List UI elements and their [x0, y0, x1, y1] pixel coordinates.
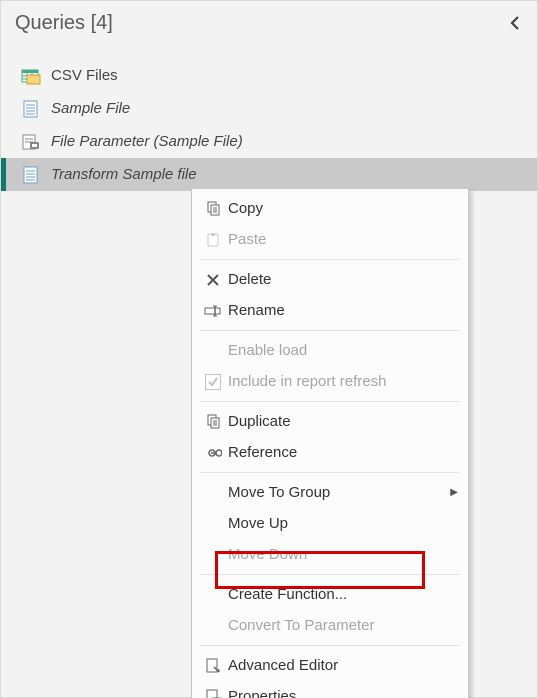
- ctx-properties[interactable]: Properties...: [192, 681, 468, 698]
- ctx-include-refresh: Include in report refresh: [192, 366, 468, 397]
- query-label: Sample File: [51, 100, 130, 117]
- ctx-label: Enable load: [228, 342, 458, 359]
- paste-icon: [198, 232, 228, 248]
- ctx-label: Properties...: [228, 688, 458, 698]
- ctx-label: Include in report refresh: [228, 373, 458, 390]
- ctx-move-to-group[interactable]: Move To Group ▶: [192, 477, 468, 508]
- rename-icon: [198, 304, 228, 318]
- separator: [200, 330, 460, 331]
- query-label: CSV Files: [51, 67, 118, 84]
- ctx-move-up[interactable]: Move Up: [192, 508, 468, 539]
- query-item-transform-sample[interactable]: Transform Sample file: [1, 158, 537, 191]
- ctx-move-down: Move Down: [192, 539, 468, 570]
- ctx-convert-to-parameter: Convert To Parameter: [192, 610, 468, 641]
- separator: [200, 574, 460, 575]
- ctx-paste: Paste: [192, 224, 468, 255]
- query-item-sample-file[interactable]: Sample File: [1, 92, 537, 125]
- advanced-editor-icon: [198, 658, 228, 674]
- properties-icon: [198, 689, 228, 698]
- checkbox-checked-icon: [198, 374, 228, 390]
- separator: [200, 401, 460, 402]
- query-item-file-parameter[interactable]: File Parameter (Sample File): [1, 125, 537, 158]
- ctx-label: Convert To Parameter: [228, 617, 458, 634]
- query-list: CSV Files Sample File: [1, 59, 537, 191]
- selection-indicator: [1, 158, 6, 191]
- ctx-label: Move Down: [228, 546, 458, 563]
- delete-icon: [198, 273, 228, 287]
- submenu-arrow-icon: ▶: [448, 487, 458, 498]
- reference-icon: [198, 446, 228, 460]
- sheet-icon: [21, 166, 41, 184]
- panel-title: Queries [4]: [15, 12, 507, 35]
- ctx-label: Paste: [228, 231, 458, 248]
- folder-table-icon: [21, 67, 41, 85]
- ctx-advanced-editor[interactable]: Advanced Editor: [192, 650, 468, 681]
- ctx-rename[interactable]: Rename: [192, 295, 468, 326]
- query-label: File Parameter (Sample File): [51, 133, 243, 150]
- separator: [200, 472, 460, 473]
- ctx-label: Create Function...: [228, 586, 458, 603]
- ctx-label: Rename: [228, 302, 458, 319]
- ctx-copy[interactable]: Copy: [192, 193, 468, 224]
- ctx-label: Duplicate: [228, 413, 458, 430]
- ctx-label: Reference: [228, 444, 458, 461]
- ctx-delete[interactable]: Delete: [192, 264, 468, 295]
- separator: [200, 259, 460, 260]
- sheet-icon: [21, 100, 41, 118]
- ctx-label: Delete: [228, 271, 458, 288]
- ctx-label: Move To Group: [228, 484, 448, 501]
- query-item-csv-files[interactable]: CSV Files: [1, 59, 537, 92]
- ctx-label: Copy: [228, 200, 458, 217]
- ctx-create-function[interactable]: Create Function...: [192, 579, 468, 610]
- query-label: Transform Sample file: [51, 166, 197, 183]
- queries-panel: Queries [4] CSV Files: [0, 0, 538, 698]
- collapse-panel-icon[interactable]: [507, 15, 523, 31]
- ctx-reference[interactable]: Reference: [192, 437, 468, 468]
- panel-header: Queries [4]: [1, 1, 537, 45]
- separator: [200, 645, 460, 646]
- duplicate-icon: [198, 414, 228, 430]
- ctx-enable-load: Enable load: [192, 335, 468, 366]
- ctx-duplicate[interactable]: Duplicate: [192, 406, 468, 437]
- context-menu: Copy Paste Delete Rename Enable load: [191, 188, 469, 698]
- copy-icon: [198, 201, 228, 217]
- ctx-label: Move Up: [228, 515, 458, 532]
- parameter-icon: [21, 133, 41, 151]
- ctx-label: Advanced Editor: [228, 657, 458, 674]
